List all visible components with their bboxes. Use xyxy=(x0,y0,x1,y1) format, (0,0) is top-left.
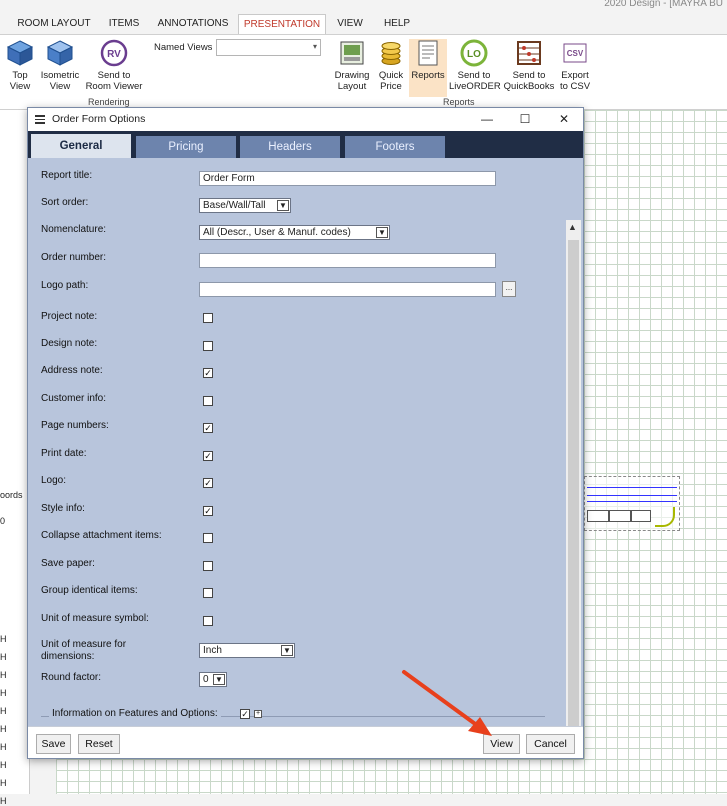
annotation-arrow xyxy=(402,670,492,736)
list-item: H xyxy=(0,796,7,806)
